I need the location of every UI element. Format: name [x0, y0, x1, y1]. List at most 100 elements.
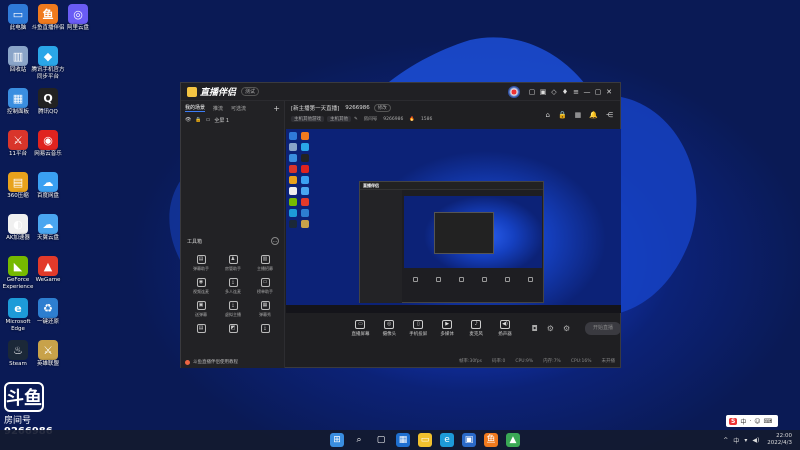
eye-icon[interactable]: 👁 — [185, 117, 191, 123]
grid-icon[interactable]: ▦ — [575, 111, 582, 119]
tool-item[interactable]: ◉ 视频连麦 — [185, 278, 217, 295]
ime-punct[interactable]: · — [749, 418, 751, 425]
desktop-icon[interactable]: ☁ 百度网盘 — [30, 172, 66, 200]
tab-optional-stream[interactable]: 可选流 — [231, 105, 246, 112]
ime-keyboard-icon[interactable]: ⌨ — [764, 418, 773, 425]
nested-inner-preview — [434, 212, 494, 254]
desktop-icon[interactable]: ◆ 腾讯手机官方 同步平台 — [30, 46, 66, 81]
tool-item[interactable]: ♟ 房管助手 — [217, 255, 249, 272]
tool-item[interactable]: ▦ 弹幕秀 — [249, 301, 281, 318]
preview-icon — [289, 187, 297, 195]
douyu-watermark: 斗鱼 房间号 9266986 — [4, 382, 64, 437]
source-control[interactable]: ▭ 直播屏幕 — [346, 319, 375, 337]
desktop-icon[interactable]: ♻ 一键还原 — [30, 298, 66, 326]
ime-emoji-icon[interactable]: ☺ — [754, 418, 760, 425]
camera-icon[interactable]: ◘ — [531, 324, 537, 333]
source-control[interactable]: ▶ 多媒体 — [433, 319, 462, 337]
category-chip[interactable]: 主机其他游戏 — [291, 116, 324, 122]
add-scene-icon[interactable]: + — [273, 104, 280, 113]
source-control[interactable]: ◀) 扬声器 — [491, 319, 520, 337]
language-indicator[interactable]: 中 — [733, 436, 739, 445]
source-control[interactable]: ▯ 手机投屏 — [404, 319, 433, 337]
tool-item[interactable]: ◩ — [217, 324, 249, 335]
desktop-icon[interactable]: ◉ 网易云音乐 — [30, 130, 66, 158]
close-icon[interactable]: ✕ — [604, 88, 614, 96]
start-icon[interactable]: ⊞ — [330, 433, 344, 447]
clock-time: 22:00 — [776, 433, 792, 439]
minimize-icon[interactable]: — — [582, 88, 592, 96]
ime-toolbar[interactable]: S 中 · ☺ ⌨ — [726, 415, 779, 427]
gear-icon[interactable]: ⚙ — [563, 324, 570, 333]
tab-my-scenes[interactable]: 我的场景 — [185, 104, 206, 112]
tutorial-notice[interactable]: 斗鱼直播伴侣使用教程 — [185, 359, 238, 365]
preview-desktop-icons — [288, 131, 312, 309]
tab-stream[interactable]: 推流 — [213, 105, 223, 112]
stream-preview[interactable]: 直播伴侣 — [286, 129, 621, 313]
desktop-app-icon: ♻ — [38, 298, 58, 318]
screen-icon: ▭ — [205, 117, 211, 123]
tool-item[interactable]: ⤓ 虚拟主播 — [217, 301, 249, 318]
system-tray: ^ 中 ▾ ◀) 22:00 2022/4/3 — [718, 430, 792, 450]
douyu-icon[interactable]: 鱼 — [484, 433, 498, 447]
desktop-icon[interactable]: ◎ 阿里云盘 — [60, 4, 96, 32]
ime-mode[interactable]: 中 — [740, 417, 746, 426]
share-icon[interactable]: ⋲ — [606, 111, 613, 119]
tool-item[interactable]: ▤ — [185, 324, 217, 335]
desktop-icon[interactable]: ▲ WeGame — [30, 256, 66, 284]
tool-item[interactable]: ▣ 送弹幕 — [185, 301, 217, 318]
tool-item[interactable]: ▭ 榜单助手 — [249, 278, 281, 295]
network-icon[interactable]: ▾ — [744, 437, 747, 444]
lock-icon[interactable]: 🔒 — [195, 117, 201, 123]
volume-icon[interactable]: ◀) — [752, 437, 759, 444]
fans-count: 1586 — [420, 116, 433, 122]
source-control[interactable]: ◎ 摄像头 — [375, 319, 404, 337]
taskbar-apps: ⊞ ⌕ ▢ ▦ ▭ e ▣ 鱼 ▲ — [330, 433, 528, 447]
preview-icon — [301, 220, 309, 228]
tool-item[interactable]: ▤ 弹幕助手 — [185, 255, 217, 272]
clock[interactable]: 22:00 2022/4/3 — [767, 433, 792, 447]
start-live-button[interactable]: 开始直播 — [585, 321, 621, 335]
preview-icon — [301, 154, 309, 162]
store-icon[interactable]: ▣ — [462, 433, 476, 447]
status-item: 未开播 — [601, 359, 616, 364]
user-avatar[interactable] — [508, 85, 520, 98]
settings-icon[interactable]: ⚙ — [547, 324, 554, 333]
bell-icon[interactable]: 🔔 — [589, 111, 598, 119]
menu-icon[interactable]: ≡ — [571, 88, 581, 96]
window-titlebar[interactable]: 直播伴侣 测试 ▢ ▣ ◇ ♦ ≡ — ▢ ✕ — [181, 83, 620, 101]
maximize-icon[interactable]: ▢ — [593, 88, 603, 96]
tool-icon: ♟ — [228, 255, 238, 264]
desktop-icon[interactable]: Q 腾讯QQ — [30, 88, 66, 116]
edit-button[interactable]: 修改 — [373, 104, 391, 112]
tool-item[interactable]: ⤓ — [249, 324, 281, 335]
edge-icon[interactable]: e — [440, 433, 454, 447]
lock-icon[interactable]: 🔒 — [558, 111, 567, 119]
home-icon[interactable]: ⌂ — [545, 111, 549, 119]
source-control[interactable]: ♪ 麦克风 — [462, 319, 491, 337]
more-tools-icon[interactable]: … — [271, 237, 279, 245]
tray-overflow-icon[interactable]: ^ — [723, 437, 728, 444]
tool-item[interactable]: ⤓ 多人连麦 — [217, 278, 249, 295]
app-icon[interactable]: ▲ — [506, 433, 520, 447]
search-icon[interactable]: ⌕ — [352, 433, 366, 447]
desktop-icon-label: 腾讯QQ — [38, 109, 58, 115]
scene-item[interactable]: 👁 🔒 ▭ 全屏 1 — [181, 115, 284, 125]
tool-label: 弹幕助手 — [193, 266, 209, 271]
tool-icon: ⤓ — [228, 301, 238, 310]
desktop-icon[interactable]: ☁ 天翼云盘 — [30, 214, 66, 242]
desktop-app-icon: ♨ — [8, 340, 28, 360]
desktop-app-icon: ▲ — [38, 256, 58, 276]
widgets-icon[interactable]: ▦ — [396, 433, 410, 447]
taskview-icon[interactable]: ▢ — [374, 433, 388, 447]
record-icon[interactable]: ▣ — [538, 88, 548, 96]
desktop-icon[interactable]: ⚔ 英雄联盟 — [30, 340, 66, 368]
gift-icon[interactable]: ♦ — [560, 88, 570, 96]
tool-item[interactable]: ▥ 主播招募 — [249, 255, 281, 272]
desktop-app-icon: Q — [38, 88, 58, 108]
version-pill[interactable]: 测试 — [241, 87, 260, 96]
shirt-icon[interactable]: ◇ — [549, 88, 559, 96]
explorer-icon[interactable]: ▭ — [418, 433, 432, 447]
subcategory-chip[interactable]: 主机其他 — [327, 116, 351, 122]
pencil-icon[interactable]: ✎ — [354, 117, 358, 122]
chat-icon[interactable]: ▢ — [527, 88, 537, 96]
